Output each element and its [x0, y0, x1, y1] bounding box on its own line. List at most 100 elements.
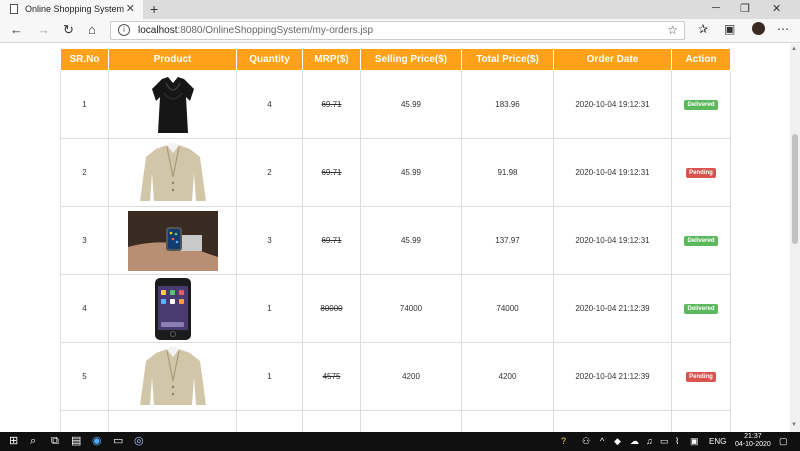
back-icon[interactable]: ←	[10, 22, 23, 38]
task-view-icon[interactable]: ⧉	[51, 435, 59, 448]
volume-icon[interactable]: ♫	[646, 436, 653, 446]
table-row: 1 4 69.71 45.99 183.96 2020-10-04 19:12:…	[60, 70, 731, 139]
status-badge[interactable]: Delivered	[684, 236, 718, 246]
notifications-icon[interactable]: ▢	[779, 436, 788, 447]
quantity-cell	[236, 410, 303, 432]
quantity-cell: 1	[236, 274, 303, 343]
product-image-cell	[108, 138, 237, 207]
dropbox-icon[interactable]: ◆	[614, 436, 621, 447]
search-icon[interactable]: ⌕	[30, 435, 36, 448]
mrp-cell: 80000	[302, 274, 361, 343]
battery-icon[interactable]: ▭	[660, 436, 669, 447]
scroll-up-icon[interactable]: ▲	[791, 46, 797, 52]
system-clock[interactable]: 21:37 04-10-2020	[735, 433, 771, 449]
product-image-cell	[108, 342, 237, 411]
mrp-cell: 4575	[302, 342, 361, 411]
terminal-icon[interactable]: ▭	[113, 435, 123, 448]
refresh-icon[interactable]: ↻	[63, 22, 74, 38]
scroll-down-icon[interactable]: ▼	[791, 422, 797, 428]
beige-blazer-image	[139, 142, 206, 201]
mrp-cell: 69.71	[302, 70, 361, 139]
product-image-cell	[108, 410, 237, 432]
total-price-cell: 183.96	[461, 70, 554, 139]
product-image-cell	[108, 70, 237, 139]
action-cell: Pending	[671, 138, 731, 207]
order-date-cell: 2020-10-04 21:12:39	[553, 342, 672, 411]
file-explorer-icon[interactable]: ▤	[71, 435, 81, 448]
selling-price-cell: 4200	[360, 342, 462, 411]
quantity-cell: 3	[236, 206, 303, 275]
sr-no-cell: 4	[60, 274, 109, 343]
browser-toolbar: ← → ↻ ⌂ i localhost:8080/OnlineShoppingS…	[0, 19, 800, 43]
show-hidden-icons-icon[interactable]: ^	[600, 436, 604, 446]
more-menu-icon[interactable]: ⋯	[777, 22, 789, 36]
table-row: 4 1 80000 74000 74000 2020-10-04 21:12:3…	[60, 274, 731, 343]
profile-avatar[interactable]	[752, 22, 765, 35]
clock-date: 04-10-2020	[735, 441, 771, 448]
header-action: Action	[671, 48, 731, 71]
minimize-icon[interactable]: ─	[712, 2, 720, 14]
restore-icon[interactable]: ❐	[740, 2, 750, 15]
window-close-icon[interactable]: ✕	[772, 2, 781, 15]
new-tab-icon[interactable]: +	[150, 1, 158, 17]
page-scrollbar[interactable]: ▲ ▼	[790, 44, 800, 432]
selling-price-cell: 74000	[360, 274, 462, 343]
status-badge[interactable]: Pending	[686, 372, 716, 382]
header-sr-no: SR.No	[60, 48, 109, 71]
quantity-cell: 4	[236, 70, 303, 139]
iphone-image	[154, 277, 191, 340]
collections-icon[interactable]: ▣	[724, 22, 735, 36]
selling-price-cell: 45.99	[360, 206, 462, 275]
close-tab-icon[interactable]: ✕	[126, 2, 135, 15]
clock-time: 21:37	[744, 433, 762, 440]
status-badge[interactable]: Delivered	[684, 304, 718, 314]
help-icon[interactable]: ?	[561, 436, 566, 446]
browser-tab[interactable]: Online Shopping System ✕	[0, 0, 143, 19]
table-row: 5 1 4575 4200 4200 2020-10-04 21:12:39 P…	[60, 342, 731, 411]
black-blouse-image	[151, 76, 194, 133]
order-date-cell: 2020-10-04 19:12:31	[553, 138, 672, 207]
onedrive-icon[interactable]: ☁	[630, 436, 639, 447]
selling-price-cell: 45.99	[360, 138, 462, 207]
orders-table: SR.No Product Quantity MRP($) Selling Pr…	[60, 48, 731, 432]
product-image-cell	[108, 206, 237, 275]
windows-start-icon[interactable]: ⊞	[9, 435, 18, 448]
total-price-cell: 137.97	[461, 206, 554, 275]
sr-no-cell: 2	[60, 138, 109, 207]
product-image	[148, 411, 198, 432]
display-icon[interactable]: ▣	[690, 436, 699, 447]
scrollbar-thumb[interactable]	[792, 134, 798, 244]
address-bar[interactable]: i localhost:8080/OnlineShoppingSystem/my…	[110, 21, 685, 40]
favorites-icon[interactable]: ✰	[698, 22, 708, 36]
table-header-row: SR.No Product Quantity MRP($) Selling Pr…	[60, 48, 731, 71]
selling-price-cell: 45.99	[360, 70, 462, 139]
status-badge[interactable]: Delivered	[684, 100, 718, 110]
taskbar: ⊞ ⌕ ⧉ ▤ ◉ ▭ ◎ ? ⚇ ^ ◆ ☁ ♫ ▭ ⌇ ▣ ENG 21:3…	[0, 432, 800, 451]
action-cell	[671, 410, 731, 432]
people-icon[interactable]: ⚇	[582, 436, 590, 447]
header-product: Product	[108, 48, 237, 71]
status-badge[interactable]: Pending	[686, 168, 716, 178]
order-date-cell	[553, 410, 672, 432]
favorite-star-icon[interactable]: ☆	[667, 23, 678, 37]
page-content: SR.No Product Quantity MRP($) Selling Pr…	[0, 44, 790, 432]
table-row	[60, 410, 731, 432]
product-image-cell	[108, 274, 237, 343]
header-order-date: Order Date	[553, 48, 672, 71]
action-cell: Delivered	[671, 70, 731, 139]
forward-icon[interactable]: →	[37, 22, 50, 38]
network-icon[interactable]: ⌇	[675, 436, 679, 447]
edge-browser-icon[interactable]: ◉	[92, 435, 102, 448]
total-price-cell: 91.98	[461, 138, 554, 207]
action-cell: Pending	[671, 342, 731, 411]
header-total-price: Total Price($)	[461, 48, 554, 71]
sr-no-cell: 1	[60, 70, 109, 139]
app-icon[interactable]: ◎	[134, 435, 144, 448]
sr-no-cell: 3	[60, 206, 109, 275]
order-date-cell: 2020-10-04 19:12:31	[553, 70, 672, 139]
site-info-icon[interactable]: i	[118, 24, 130, 36]
page-icon	[10, 4, 18, 14]
language-indicator[interactable]: ENG	[709, 437, 726, 446]
action-cell: Delivered	[671, 274, 731, 343]
home-icon[interactable]: ⌂	[88, 22, 96, 38]
